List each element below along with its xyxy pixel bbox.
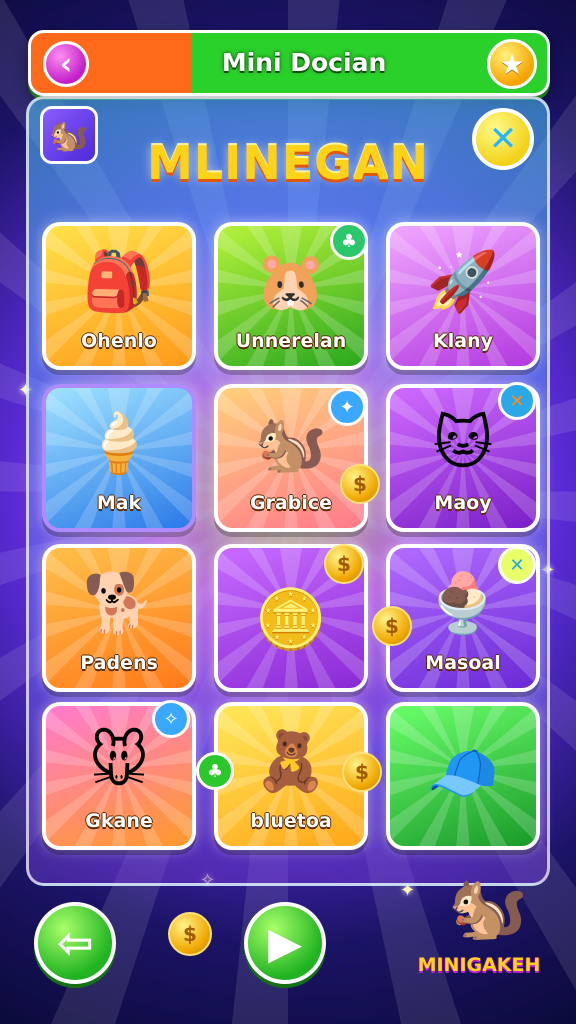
backpack-icon: 🎒	[82, 247, 156, 315]
favorites-button[interactable]: ★	[487, 39, 537, 89]
ice-cream-icon: 🍦	[82, 409, 156, 477]
clover-badge-icon: ♣	[196, 752, 234, 790]
game-tile-padens[interactable]: 🐕 Padens	[42, 544, 196, 692]
tile-label: Grabice	[249, 492, 333, 514]
mascot-squirrel-icon: 🐿️	[448, 871, 528, 945]
rocket-icon: 🚀	[426, 247, 500, 315]
tile-label: Ohenlo	[81, 330, 157, 352]
player-avatar[interactable]: 🐿️	[40, 106, 98, 164]
game-tile-klany[interactable]: 🚀 Klany	[386, 222, 540, 370]
previous-page-button[interactable]: ⇦	[34, 902, 116, 984]
tile-label: Mak	[96, 492, 142, 514]
bear-icon: 🧸	[254, 727, 328, 795]
coin-icon: $	[340, 464, 380, 504]
play-arrow-icon: ▶	[268, 917, 302, 969]
game-tile-mak[interactable]: 🍦 Mak	[42, 384, 196, 532]
close-button[interactable]: ✕	[472, 108, 534, 170]
back-button[interactable]: ‹	[43, 41, 89, 87]
game-tile-ohenlo[interactable]: 🎒 Ohenlo	[42, 222, 196, 370]
coin-icon: $	[372, 606, 412, 646]
coin-icon: $	[342, 752, 382, 792]
game-tile-hat[interactable]: 🧢	[386, 702, 540, 850]
coin-icon: $	[168, 912, 212, 956]
tile-label: Padens	[80, 652, 158, 674]
page-title: Mini Docian	[221, 48, 387, 77]
wand-badge-icon: ✧	[152, 700, 190, 738]
brand-logo: MINIGAKEH	[417, 954, 541, 976]
game-logo: MLINEGAN	[147, 136, 429, 190]
close-icon: ✕	[488, 119, 518, 159]
tile-label: Maoy	[434, 492, 492, 514]
cross-badge-icon: ✕	[498, 382, 536, 420]
next-page-button[interactable]: ▶	[244, 902, 326, 984]
star-coin-icon: 🪙	[254, 585, 328, 653]
coin-icon: $	[324, 544, 364, 584]
dog-icon: 🐕	[82, 569, 156, 637]
cross-badge-icon: ✕	[498, 546, 536, 584]
star-icon: ★	[499, 47, 525, 81]
arrow-left-icon: ⇦	[56, 917, 94, 969]
top-bar: ‹ Mini Docian ★	[28, 30, 550, 96]
tile-label: bluetoa	[250, 810, 332, 832]
tile-label: Klany	[433, 330, 493, 352]
tile-label: Masoal	[425, 652, 501, 674]
bubble-badge-icon: ✦	[328, 388, 366, 426]
tile-label: Unnerelan	[235, 330, 347, 352]
tile-label: Gkane	[85, 810, 153, 832]
clover-badge-icon: ♣	[330, 222, 368, 260]
back-icon: ‹	[59, 46, 73, 82]
squirrel-icon: 🐿️	[49, 116, 89, 154]
cap-icon: 🧢	[426, 739, 500, 807]
